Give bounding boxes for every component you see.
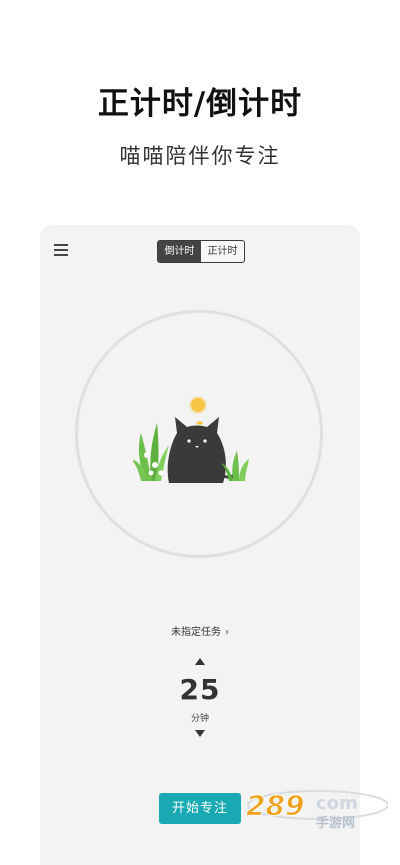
task-selector[interactable]: 未指定任务 › <box>40 623 360 638</box>
svg-text:289: 289 <box>246 789 304 822</box>
svg-text:com: com <box>316 793 358 814</box>
tab-count-up[interactable]: 正计时 <box>201 241 244 262</box>
task-label: 未指定任务 <box>171 627 221 638</box>
app-preview-card: 倒计时 正计时 未指定任务 › 25 分钟 开始专注 <box>40 225 360 865</box>
subline: 喵喵陪伴你专注 <box>119 144 281 168</box>
minutes-unit: 分钟 <box>190 714 209 724</box>
arrow-up-icon[interactable] <box>195 658 205 665</box>
watermark-logo: 289 com 手游网 <box>246 789 388 830</box>
menu-icon[interactable] <box>54 244 68 256</box>
mode-toggle: 倒计时 正计时 <box>157 240 245 263</box>
screen: 正计时/倒计时 喵喵陪伴你专注 倒计时 正计时 未指定任务 › 25 分钟 开始… <box>0 0 400 865</box>
minutes-value: 25 <box>179 673 221 706</box>
start-focus-button[interactable]: 开始专注 <box>159 793 241 824</box>
chevron-right-icon: › <box>225 627 229 638</box>
cat-illustration <box>133 396 249 483</box>
svg-text:手游网: 手游网 <box>316 815 355 830</box>
tab-countdown[interactable]: 倒计时 <box>158 241 201 262</box>
arrow-down-icon[interactable] <box>195 730 205 737</box>
headline: 正计时/倒计时 <box>97 86 303 122</box>
